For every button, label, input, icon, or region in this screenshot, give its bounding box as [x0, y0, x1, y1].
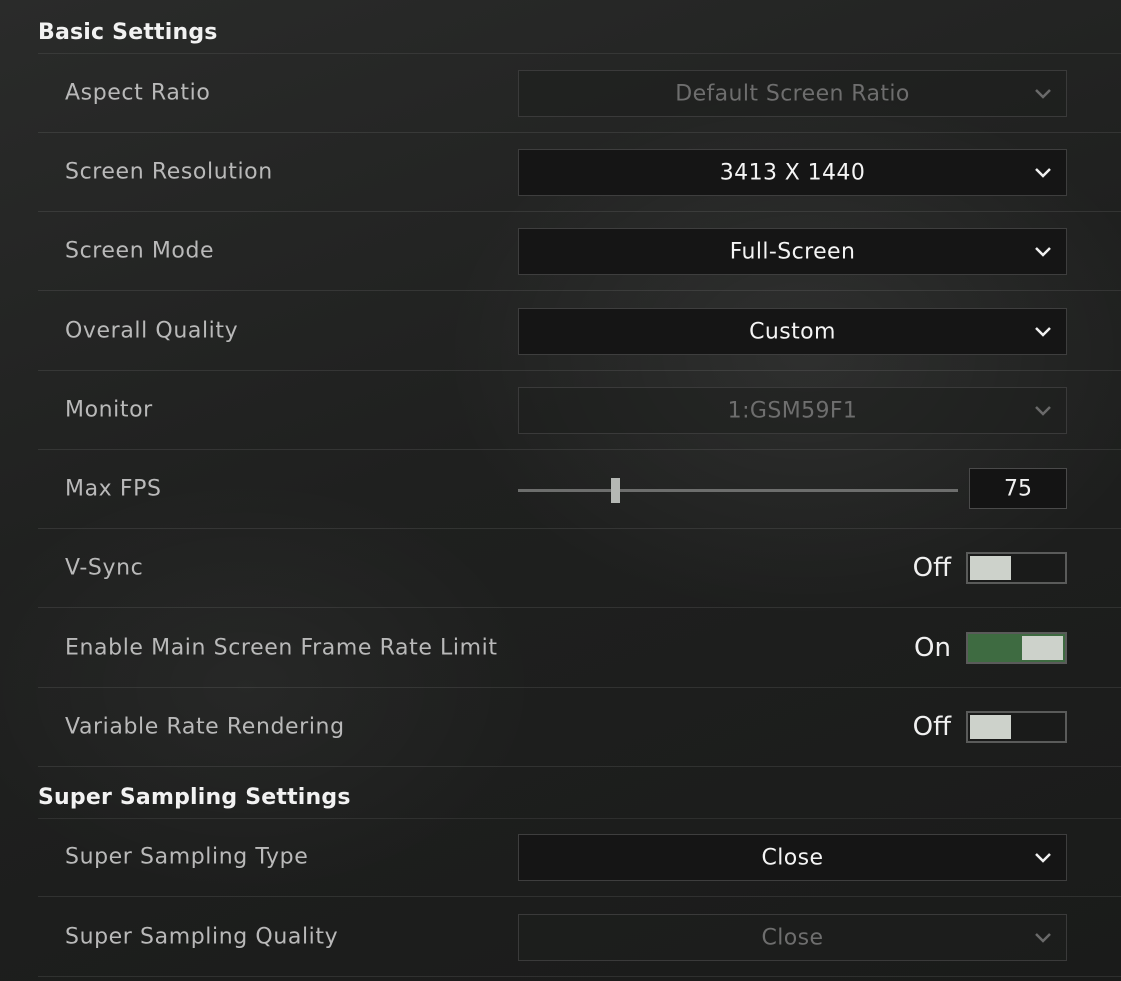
aspect-ratio-label: Aspect Ratio [65, 80, 211, 106]
overall-quality-value: Custom [749, 319, 836, 344]
setting-row-overall-quality: Overall Quality Custom [38, 292, 1121, 371]
setting-row-aspect-ratio: Aspect Ratio Default Screen Ratio [38, 54, 1121, 133]
super-sampling-quality-value: Close [761, 925, 824, 950]
screen-resolution-label: Screen Resolution [65, 159, 273, 185]
max-fps-label: Max FPS [65, 476, 162, 502]
screen-mode-dropdown[interactable]: Full-Screen [518, 228, 1067, 275]
chevron-down-icon [1034, 928, 1052, 946]
toggle-knob [970, 715, 1011, 739]
variable-rate-rendering-label: Variable Rate Rendering [65, 714, 345, 740]
max-fps-input[interactable]: 75 [969, 468, 1067, 509]
super-sampling-type-value: Close [761, 845, 824, 870]
overall-quality-label: Overall Quality [65, 318, 239, 344]
setting-row-max-fps: Max FPS 75 [38, 450, 1121, 529]
super-sampling-type-dropdown[interactable]: Close [518, 834, 1067, 881]
setting-row-screen-resolution: Screen Resolution 3413 X 1440 [38, 133, 1121, 212]
toggle-knob [970, 556, 1011, 580]
max-fps-value: 75 [1004, 476, 1032, 501]
variable-rate-rendering-toggle[interactable] [966, 711, 1067, 743]
max-fps-slider-handle[interactable] [610, 478, 620, 503]
vsync-toggle[interactable] [966, 552, 1067, 584]
setting-row-vsync: V-Sync Off [38, 529, 1121, 608]
frame-rate-limit-state-text: On [914, 633, 951, 663]
monitor-dropdown[interactable]: 1:GSM59F1 [518, 387, 1067, 434]
chevron-down-icon [1034, 401, 1052, 419]
chevron-down-icon [1034, 242, 1052, 260]
frame-rate-limit-toggle[interactable] [966, 632, 1067, 664]
aspect-ratio-dropdown[interactable]: Default Screen Ratio [518, 70, 1067, 117]
vsync-state-text: Off [912, 553, 951, 583]
variable-rate-rendering-state-text: Off [912, 712, 951, 742]
aspect-ratio-value: Default Screen Ratio [675, 81, 910, 106]
super-sampling-quality-dropdown[interactable]: Close [518, 914, 1067, 961]
section-title-super-sampling-settings: Super Sampling Settings [38, 785, 351, 810]
screen-resolution-value: 3413 X 1440 [719, 160, 866, 185]
toggle-knob [1022, 636, 1063, 660]
setting-row-frame-rate-limit: Enable Main Screen Frame Rate Limit On [38, 609, 1121, 688]
monitor-label: Monitor [65, 397, 153, 423]
section-title-basic-settings: Basic Settings [38, 20, 218, 45]
super-sampling-quality-label: Super Sampling Quality [65, 924, 339, 950]
max-fps-slider[interactable] [518, 478, 958, 503]
setting-row-monitor: Monitor 1:GSM59F1 [38, 371, 1121, 450]
chevron-down-icon [1034, 84, 1052, 102]
setting-row-super-sampling-quality: Super Sampling Quality Close [38, 898, 1121, 977]
screen-mode-value: Full-Screen [729, 239, 856, 264]
vsync-label: V-Sync [65, 555, 144, 581]
super-sampling-type-label: Super Sampling Type [65, 844, 309, 870]
chevron-down-icon [1034, 848, 1052, 866]
chevron-down-icon [1034, 163, 1052, 181]
chevron-down-icon [1034, 322, 1052, 340]
overall-quality-dropdown[interactable]: Custom [518, 308, 1067, 355]
monitor-value: 1:GSM59F1 [727, 398, 858, 423]
screen-mode-label: Screen Mode [65, 238, 215, 264]
setting-row-screen-mode: Screen Mode Full-Screen [38, 212, 1121, 291]
setting-row-super-sampling-type: Super Sampling Type Close [38, 818, 1121, 897]
frame-rate-limit-label: Enable Main Screen Frame Rate Limit [65, 635, 498, 661]
setting-row-variable-rate-rendering: Variable Rate Rendering Off [38, 688, 1121, 767]
screen-resolution-dropdown[interactable]: 3413 X 1440 [518, 149, 1067, 196]
